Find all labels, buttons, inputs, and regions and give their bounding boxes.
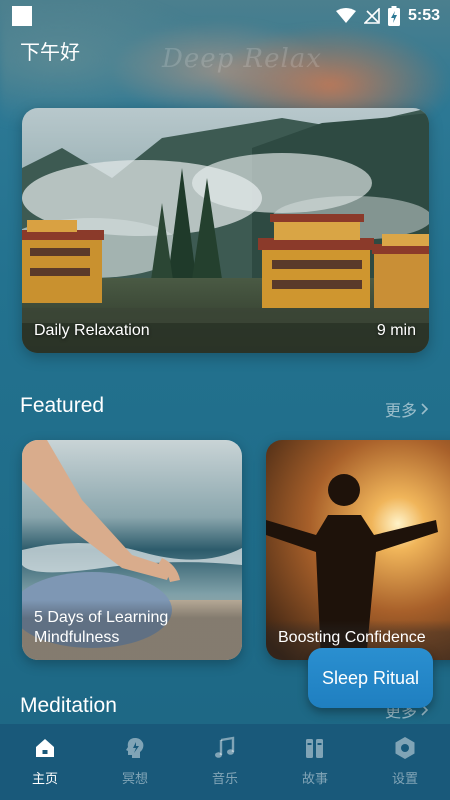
greeting-title: 下午好	[20, 42, 80, 64]
hero-card-duration: 9 min	[376, 322, 416, 339]
nav-label: 冥想	[121, 771, 148, 786]
nav-label: 设置	[391, 771, 418, 786]
nav-label: 故事	[301, 771, 328, 786]
sleep-ritual-button[interactable]: Sleep Ritual	[308, 648, 433, 708]
featured-card-title: 5 Days of Learning Mindfulness	[22, 600, 242, 660]
battery-charging-icon	[387, 6, 400, 26]
nav-label: 音乐	[211, 771, 238, 786]
hero-card-title: Daily Relaxation	[34, 322, 150, 339]
nav-item-settings[interactable]: 设置	[360, 724, 450, 800]
status-bar: 5:53	[0, 0, 450, 32]
meditation-section-title: Meditation	[20, 694, 117, 717]
featured-more-link[interactable]: 更多	[385, 397, 430, 421]
nav-item-stories[interactable]: 故事	[270, 724, 360, 800]
featured-card-mindfulness[interactable]: 5 Days of Learning Mindfulness	[22, 440, 242, 660]
nav-item-music[interactable]: 音乐	[180, 724, 270, 800]
no-signal-icon	[363, 8, 380, 24]
app-logo-watermark: Deep Relax	[162, 44, 322, 74]
meditation-head-icon	[126, 738, 144, 758]
notification-icon	[12, 6, 32, 26]
status-icons: 5:53	[335, 5, 440, 27]
home-icon	[36, 739, 54, 757]
books-icon	[306, 739, 323, 758]
app-screen: 5:53 下午好 Deep Relax Daily Relaxation 9 m…	[0, 0, 450, 800]
nav-item-home[interactable]: 主页	[0, 724, 90, 800]
settings-icon	[395, 737, 415, 759]
nav-label: 主页	[31, 771, 58, 786]
daily-relaxation-card[interactable]: Daily Relaxation 9 min	[22, 108, 429, 353]
bottom-navigation: 主页 冥想 音乐 故事 设置	[0, 724, 450, 800]
status-time: 5:53	[407, 7, 440, 24]
nav-item-meditation[interactable]: 冥想	[90, 724, 180, 800]
featured-card-confidence[interactable]: Boosting Confidence	[266, 440, 450, 660]
more-link-label: 更多	[384, 403, 417, 420]
wifi-icon	[335, 8, 356, 23]
featured-section-title: Featured	[20, 394, 105, 417]
mountain-monastery-image	[22, 108, 429, 353]
music-note-icon	[215, 736, 235, 758]
chevron-right-icon	[421, 403, 429, 415]
